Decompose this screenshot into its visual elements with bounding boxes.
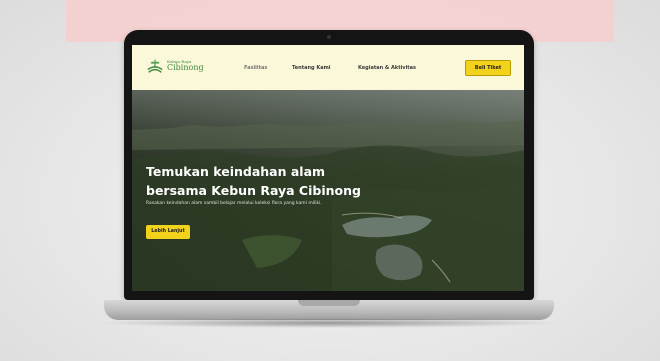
hero-title-line-2: bersama Kebun Raya Cibinong xyxy=(146,183,361,198)
laptop-screen: Kebun Raya Cibinong Fasilitas Tentang Ka… xyxy=(132,45,524,291)
logo-title: Cibinong xyxy=(167,63,204,72)
leaf-logo-icon xyxy=(147,59,163,73)
hero-title-line-1: Temukan keindahan alam xyxy=(146,164,326,179)
site-navbar: Kebun Raya Cibinong Fasilitas Tentang Ka… xyxy=(132,45,524,90)
laptop-notch xyxy=(298,300,360,306)
nav-link-tentang-kami[interactable]: Tentang Kami xyxy=(292,65,331,71)
hero-subtitle: Rasakan keindahan alam sambil belajar me… xyxy=(146,201,322,206)
learn-more-button[interactable]: Lebih Lanjut xyxy=(146,225,190,239)
hero-section: Temukan keindahan alam bersama Kebun Ray… xyxy=(132,90,524,291)
hero-title: Temukan keindahan alam bersama Kebun Ray… xyxy=(146,162,366,200)
laptop-shadow xyxy=(96,318,562,328)
nav-link-fasilitas[interactable]: Fasilitas xyxy=(244,65,267,71)
laptop-base xyxy=(104,300,554,320)
nav-link-kegiatan[interactable]: Kegiatan & Aktivitas xyxy=(358,65,416,71)
camera-dot xyxy=(327,35,331,39)
buy-ticket-button[interactable]: Beli Tiket xyxy=(465,60,511,76)
site-logo[interactable]: Kebun Raya Cibinong xyxy=(146,57,204,75)
